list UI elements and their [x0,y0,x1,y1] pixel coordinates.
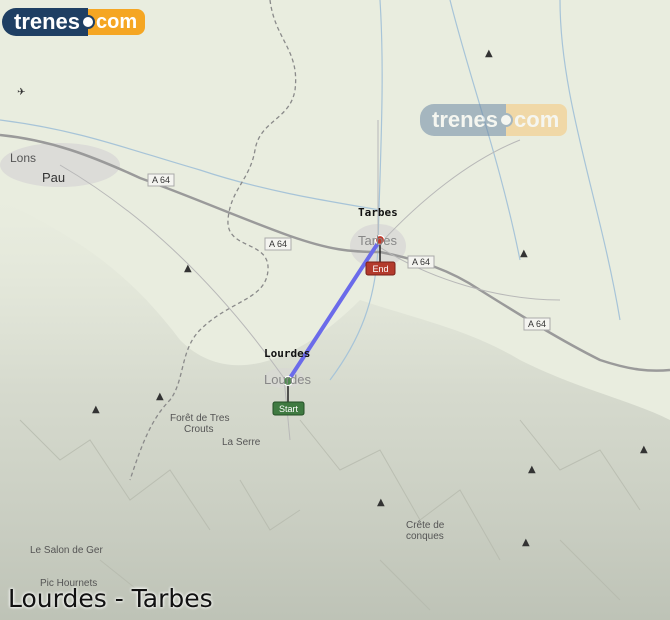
brand-logo[interactable]: trenes com [2,8,146,36]
place-foret-2: Crouts [184,424,213,435]
watermark-part2: com [506,104,568,136]
forest-icon: ▲ [92,404,100,415]
forest-icon: ▲ [520,248,528,259]
forest-icon: ▲ [522,537,530,548]
destination-station-label: Tarbes [358,206,398,219]
forest-icon: ▲ [377,497,385,508]
brand-logo-part1: trenes [2,8,89,36]
place-crete-2: conques [406,531,444,542]
forest-icon: ▲ [528,464,536,475]
forest-icon: ▲ [156,391,164,402]
place-lourdes-map: Lourdes [264,372,311,387]
watermark-logo: trenes com [420,104,568,136]
brand-logo-part2: com [88,9,146,35]
airport-icon: ✈ [17,87,25,98]
watermark-part1: trenes [420,104,507,136]
road-a64-4: A 64 [528,319,546,329]
start-marker-label: Start [279,404,299,414]
brand-logo-dot [81,15,96,29]
place-lons: Lons [10,151,36,165]
place-pau: Pau [42,170,65,185]
road-a64-3: A 64 [412,257,430,267]
origin-station-label: Lourdes [264,347,310,360]
road-a64-1: A 64 [152,175,170,185]
road-a64-2: A 64 [269,239,287,249]
place-tarbes-map: Tarbes [358,233,398,248]
forest-icon: ▲ [485,48,493,59]
watermark-dot [499,113,514,127]
place-crete-1: Crête de [406,520,445,531]
map-canvas[interactable]: End Start Lons Pau Tarbes Lourdes Forêt … [0,0,670,620]
forest-icon: ▲ [640,444,648,455]
place-foret-1: Forêt de Tres [170,413,229,424]
end-marker-label: End [372,264,388,274]
place-la-serre: La Serre [222,437,261,448]
forest-icon: ▲ [184,263,192,274]
place-salon: Le Salon de Ger [30,545,103,556]
route-title: Lourdes - Tarbes [8,584,213,613]
